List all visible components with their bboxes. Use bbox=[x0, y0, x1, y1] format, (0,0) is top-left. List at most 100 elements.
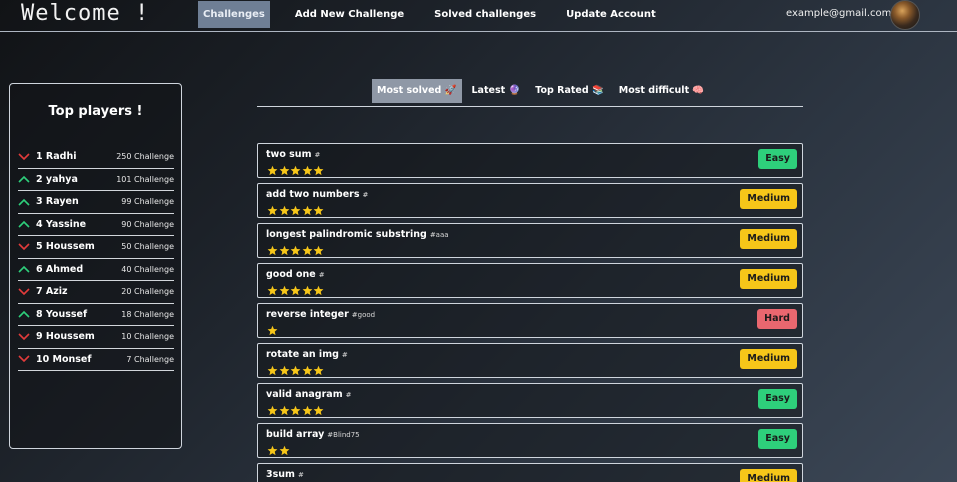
difficulty-badge: Medium bbox=[740, 349, 797, 369]
player-row: 9 Houssem 10 Challenge bbox=[18, 326, 174, 349]
challenge-card[interactable]: valid anagram # Easy bbox=[257, 383, 803, 418]
challenge-title: rotate an img bbox=[266, 349, 339, 360]
star-icon bbox=[302, 401, 314, 416]
challenge-title: reverse integer bbox=[266, 309, 349, 320]
difficulty-badge: Easy bbox=[758, 389, 797, 409]
star-icon bbox=[313, 241, 325, 256]
player-name: 2 yahya bbox=[36, 173, 78, 185]
star-icon bbox=[267, 201, 279, 216]
star-rating bbox=[267, 361, 325, 376]
challenge-title-row: reverse integer #good bbox=[266, 309, 375, 320]
user-email: example@gmail.com bbox=[786, 8, 892, 19]
star-icon bbox=[267, 321, 279, 336]
challenge-title: good one bbox=[266, 269, 316, 280]
challenge-tag: # bbox=[362, 191, 369, 199]
nav-challenges[interactable]: Challenges bbox=[198, 1, 270, 28]
star-icon bbox=[302, 361, 314, 376]
player-challenge-count: 50 Challenge bbox=[121, 242, 174, 252]
nav-add-new-challenge[interactable]: Add New Challenge bbox=[290, 1, 409, 28]
player-challenge-count: 90 Challenge bbox=[121, 219, 174, 229]
star-icon bbox=[313, 401, 325, 416]
difficulty-badge: Easy bbox=[758, 429, 797, 449]
player-name: 7 Aziz bbox=[36, 286, 68, 298]
tab-most-difficult[interactable]: Most difficult 🧠 bbox=[614, 79, 709, 103]
player-challenge-count: 20 Challenge bbox=[121, 287, 174, 297]
nav-solved-challenges[interactable]: Solved challenges bbox=[429, 1, 541, 28]
star-rating bbox=[267, 401, 325, 416]
challenge-tag: # bbox=[314, 151, 321, 159]
tab-top-rated[interactable]: Top Rated 📚 bbox=[530, 79, 609, 103]
challenge-card[interactable]: rotate an img # Medium bbox=[257, 343, 803, 378]
star-icon bbox=[267, 281, 279, 296]
player-name: 8 Youssef bbox=[36, 308, 88, 320]
challenge-card[interactable]: 3sum # Medium bbox=[257, 463, 803, 482]
player-name: 6 Ahmed bbox=[36, 263, 84, 275]
top-players-panel: Top players ! 1 Radhi 250 Challenge 2 yahy… bbox=[9, 83, 182, 449]
star-icon bbox=[302, 281, 314, 296]
welcome-title: Welcome ! bbox=[21, 1, 150, 26]
star-rating bbox=[267, 201, 325, 216]
user-avatar[interactable] bbox=[890, 0, 920, 30]
difficulty-badge: Easy bbox=[758, 149, 797, 169]
challenge-title: 3sum bbox=[266, 469, 295, 480]
star-icon bbox=[313, 361, 325, 376]
star-icon bbox=[290, 361, 302, 376]
trend-up-icon bbox=[18, 198, 36, 206]
nav-update-account[interactable]: Update Account bbox=[561, 1, 661, 28]
star-rating bbox=[267, 241, 325, 256]
trend-up-icon bbox=[18, 175, 36, 183]
trend-up-icon bbox=[18, 310, 36, 318]
challenge-card[interactable]: longest palindromic substring #aaa Medium bbox=[257, 223, 803, 258]
trend-down-icon bbox=[18, 153, 36, 161]
star-rating bbox=[267, 161, 325, 176]
challenge-card[interactable]: two sum # Easy bbox=[257, 143, 803, 178]
star-icon bbox=[267, 401, 279, 416]
tab-most-solved[interactable]: Most solved 🚀 bbox=[372, 79, 462, 103]
difficulty-badge: Medium bbox=[740, 229, 797, 249]
star-icon bbox=[279, 441, 291, 456]
star-icon bbox=[290, 281, 302, 296]
difficulty-badge: Medium bbox=[740, 269, 797, 289]
player-row: 6 Ahmed 40 Challenge bbox=[18, 259, 174, 281]
star-icon bbox=[279, 201, 291, 216]
challenge-tag: #aaa bbox=[429, 231, 449, 239]
player-row: 7 Aziz 20 Challenge bbox=[18, 281, 174, 304]
player-row: 5 Houssem 50 Challenge bbox=[18, 236, 174, 259]
player-challenge-count: 250 Challenge bbox=[116, 152, 174, 162]
top-navbar: Welcome ! Challenges Add New Challenge S… bbox=[0, 0, 957, 32]
challenge-tag: # bbox=[318, 271, 325, 279]
player-list: 1 Radhi 250 Challenge 2 yahya 101 Challenge… bbox=[18, 146, 174, 371]
star-icon bbox=[313, 281, 325, 296]
tabs-divider bbox=[257, 106, 803, 107]
star-icon bbox=[267, 441, 279, 456]
challenge-card[interactable]: good one # Medium bbox=[257, 263, 803, 298]
player-name: 1 Radhi bbox=[36, 151, 77, 163]
star-icon bbox=[267, 241, 279, 256]
player-name: 10 Monsef bbox=[36, 353, 92, 365]
star-icon bbox=[302, 161, 314, 176]
main-nav: Challenges Add New Challenge Solved chal… bbox=[198, 1, 681, 28]
difficulty-badge: Medium bbox=[740, 469, 797, 482]
star-rating bbox=[267, 281, 325, 296]
challenge-title-row: longest palindromic substring #aaa bbox=[266, 229, 449, 240]
player-name: 5 Houssem bbox=[36, 241, 95, 253]
sort-tabs: Most solved 🚀 Latest 🔮 Top Rated 📚 Most dif… bbox=[372, 79, 714, 103]
trend-down-icon bbox=[18, 243, 36, 251]
player-row: 3 Rayen 99 Challenge bbox=[18, 191, 174, 214]
challenge-card[interactable]: reverse integer #good Hard bbox=[257, 303, 803, 338]
star-icon bbox=[290, 201, 302, 216]
challenge-card[interactable]: add two numbers # Medium bbox=[257, 183, 803, 218]
trend-down-icon bbox=[18, 333, 36, 341]
challenge-card[interactable]: build array #Blind75 Easy bbox=[257, 423, 803, 458]
star-icon bbox=[290, 161, 302, 176]
player-challenge-count: 7 Challenge bbox=[126, 354, 174, 364]
challenge-title-row: two sum # bbox=[266, 149, 320, 160]
challenge-title: build array bbox=[266, 429, 325, 440]
challenge-title-row: good one # bbox=[266, 269, 325, 280]
tab-latest[interactable]: Latest 🔮 bbox=[467, 79, 526, 103]
challenge-title: longest palindromic substring bbox=[266, 229, 427, 240]
star-icon bbox=[302, 201, 314, 216]
player-name: 3 Rayen bbox=[36, 196, 79, 208]
trend-down-icon bbox=[18, 355, 36, 363]
star-icon bbox=[279, 281, 291, 296]
